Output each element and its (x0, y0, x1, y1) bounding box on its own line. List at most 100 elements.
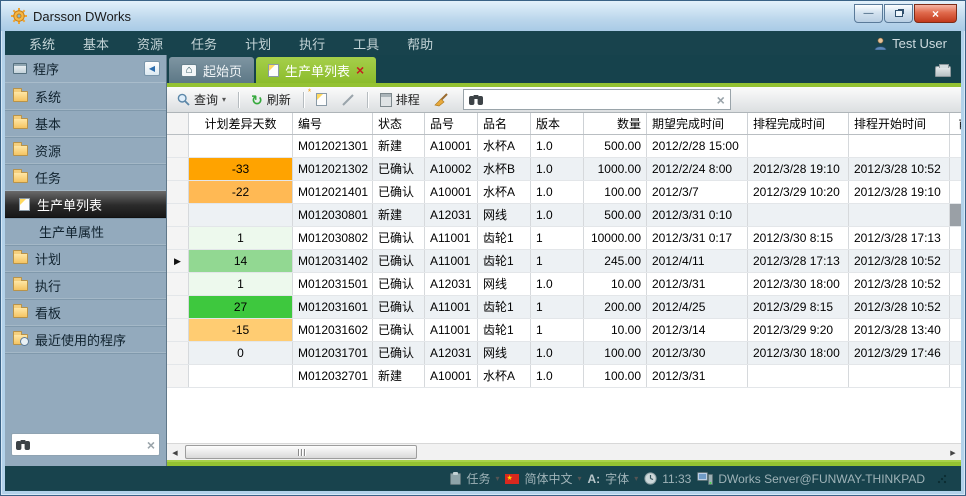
restore-button[interactable] (884, 4, 913, 23)
font-menu[interactable]: A: 字体 ▾ (588, 470, 639, 487)
server-status[interactable]: DWorks Server@FUNWAY-THINKPAD (697, 472, 925, 486)
toolbar-search-clear-icon[interactable]: × (717, 93, 725, 107)
app-window: Darsson DWorks — × 系统基本资源任务计划执行工具帮助 Test… (0, 0, 966, 496)
table-row[interactable]: -15M012031602已确认A11001齿轮1110.002012/3/14… (167, 319, 961, 342)
menu-item[interactable]: 基本 (69, 34, 123, 53)
column-header[interactable]: 排程开始时间 (849, 113, 950, 134)
sidebar-item[interactable]: 任务 (5, 164, 166, 191)
sidebar-item-label: 资源 (35, 141, 61, 160)
table-row[interactable]: M012021301新建A10001水杯A1.0500.002012/2/28 … (167, 135, 961, 158)
cell: 2012/3/29 17:46 (849, 342, 950, 364)
sidebar-item[interactable]: 最近使用的程序 (5, 326, 166, 353)
printer-icon[interactable] (935, 66, 951, 77)
table-row[interactable]: 1M012031501已确认A12031网线1.010.002012/3/312… (167, 273, 961, 296)
menu-item[interactable]: 执行 (285, 34, 339, 53)
task-menu[interactable]: 任务 ▾ (450, 470, 499, 487)
column-header[interactable]: 前 (950, 113, 961, 134)
language-menu[interactable]: ★ 简体中文 ▾ (505, 470, 581, 487)
table-row[interactable]: M012030801新建A12031网线1.0500.002012/3/31 0… (167, 204, 961, 227)
sidebar-collapse-button[interactable]: ◀ (144, 61, 160, 76)
refresh-label: 刷新 (267, 91, 291, 108)
column-header[interactable]: 状态 (373, 113, 425, 134)
sidebar-item[interactable]: 资源 (5, 137, 166, 164)
table-row[interactable]: 1M012030802已确认A11001齿轮1110000.002012/3/3… (167, 227, 961, 250)
cell: 水杯A (478, 365, 531, 387)
cell: 1.0 (531, 158, 584, 180)
cell: M012031501 (293, 273, 373, 295)
clock-display: 11:33 (644, 472, 691, 486)
cell: 2012/3/28 10:52 (849, 158, 950, 180)
cell: 1.0 (531, 204, 584, 226)
cell: 1 (189, 273, 293, 295)
cell: 2012/3/14 (647, 319, 748, 341)
horizontal-scrollbar[interactable]: ◀ ▶ (167, 443, 961, 460)
sidebar-item[interactable]: 生产单属性 (5, 218, 166, 245)
edit-button[interactable] (337, 91, 359, 109)
scroll-right-icon[interactable]: ▶ (946, 446, 960, 459)
column-header[interactable]: 期望完成时间 (647, 113, 748, 134)
refresh-button[interactable]: ↻ 刷新 (247, 89, 295, 110)
cell: 2012/2/24 8:00 (647, 158, 748, 180)
menu-item[interactable]: 工具 (339, 34, 393, 53)
cell: 2012/3/28 10:52 (849, 296, 950, 318)
minimize-button[interactable]: — (854, 4, 883, 23)
resize-grip[interactable] (937, 474, 947, 484)
sidebar-item[interactable]: 生产单列表 (5, 191, 166, 218)
cell (189, 135, 293, 157)
table-row[interactable]: 27M012031601已确认A11001齿轮11200.002012/4/25… (167, 296, 961, 319)
menu-item[interactable]: 计划 (231, 34, 285, 53)
user-button[interactable]: Test User (874, 36, 951, 51)
close-button[interactable]: × (914, 4, 957, 23)
clear-schedule-button[interactable] (430, 91, 453, 109)
column-header[interactable]: 编号 (293, 113, 373, 134)
cell: 500.00 (584, 204, 647, 226)
new-button[interactable]: * (312, 91, 331, 108)
sidebar-search-clear-icon[interactable]: × (147, 438, 155, 452)
cell: A12031 (425, 204, 478, 226)
sidebar-item-label: 看板 (35, 303, 61, 322)
table-row[interactable]: -33M012021302已确认A10002水杯B1.01000.002012/… (167, 158, 961, 181)
row-header-cell (167, 158, 189, 180)
column-header[interactable]: 排程完成时间 (748, 113, 849, 134)
cell: M012021401 (293, 181, 373, 203)
folder-icon (13, 172, 28, 183)
tab-close-icon[interactable]: × (356, 63, 364, 77)
column-header[interactable]: 计划差异天数 (189, 113, 293, 134)
cell (849, 204, 950, 226)
sidebar-item[interactable]: 系统 (5, 83, 166, 110)
tab-start-page[interactable]: ⌂起始页 (169, 57, 254, 83)
table-row[interactable]: 0M012031701已确认A12031网线1.0100.002012/3/30… (167, 342, 961, 365)
scrollbar-thumb[interactable] (185, 445, 417, 459)
cell: 1.0 (531, 342, 584, 364)
query-button[interactable]: 查询 ▾ (173, 89, 230, 110)
sidebar-search-input[interactable] (34, 438, 143, 452)
schedule-button[interactable]: 排程 (376, 89, 424, 110)
table-row[interactable]: -22M012021401已确认A10001水杯A1.0100.002012/3… (167, 181, 961, 204)
column-header[interactable]: 品号 (425, 113, 478, 134)
server-label: DWorks Server@FUNWAY-THINKPAD (718, 472, 925, 486)
cell: 10.00 (584, 273, 647, 295)
menu-item[interactable]: 系统 (15, 34, 69, 53)
cell: A10001 (425, 365, 478, 387)
sidebar-item[interactable]: 计划 (5, 245, 166, 272)
column-header[interactable]: 版本 (531, 113, 584, 134)
tab-production-list[interactable]: 生产单列表× (256, 57, 376, 83)
column-header[interactable]: 品名 (478, 113, 531, 134)
sidebar-item[interactable]: 看板 (5, 299, 166, 326)
cell: A12031 (425, 273, 478, 295)
sidebar-item[interactable]: 基本 (5, 110, 166, 137)
cell: 1 (531, 250, 584, 272)
cell: 网线 (478, 342, 531, 364)
folder-icon (13, 253, 28, 264)
sidebar-item[interactable]: 执行 (5, 272, 166, 299)
column-header[interactable]: 数量 (584, 113, 647, 134)
language-label: 简体中文 (524, 470, 572, 487)
table-row[interactable]: M012032701新建A10001水杯A1.0100.002012/3/31 (167, 365, 961, 388)
menu-item[interactable]: 帮助 (393, 34, 447, 53)
menu-item[interactable]: 任务 (177, 34, 231, 53)
toolbar-search-input[interactable] (487, 93, 713, 107)
cell (950, 181, 961, 203)
table-row[interactable]: ▶14M012031402已确认A11001齿轮11245.002012/4/1… (167, 250, 961, 273)
scroll-left-icon[interactable]: ◀ (168, 446, 182, 459)
menu-item[interactable]: 资源 (123, 34, 177, 53)
